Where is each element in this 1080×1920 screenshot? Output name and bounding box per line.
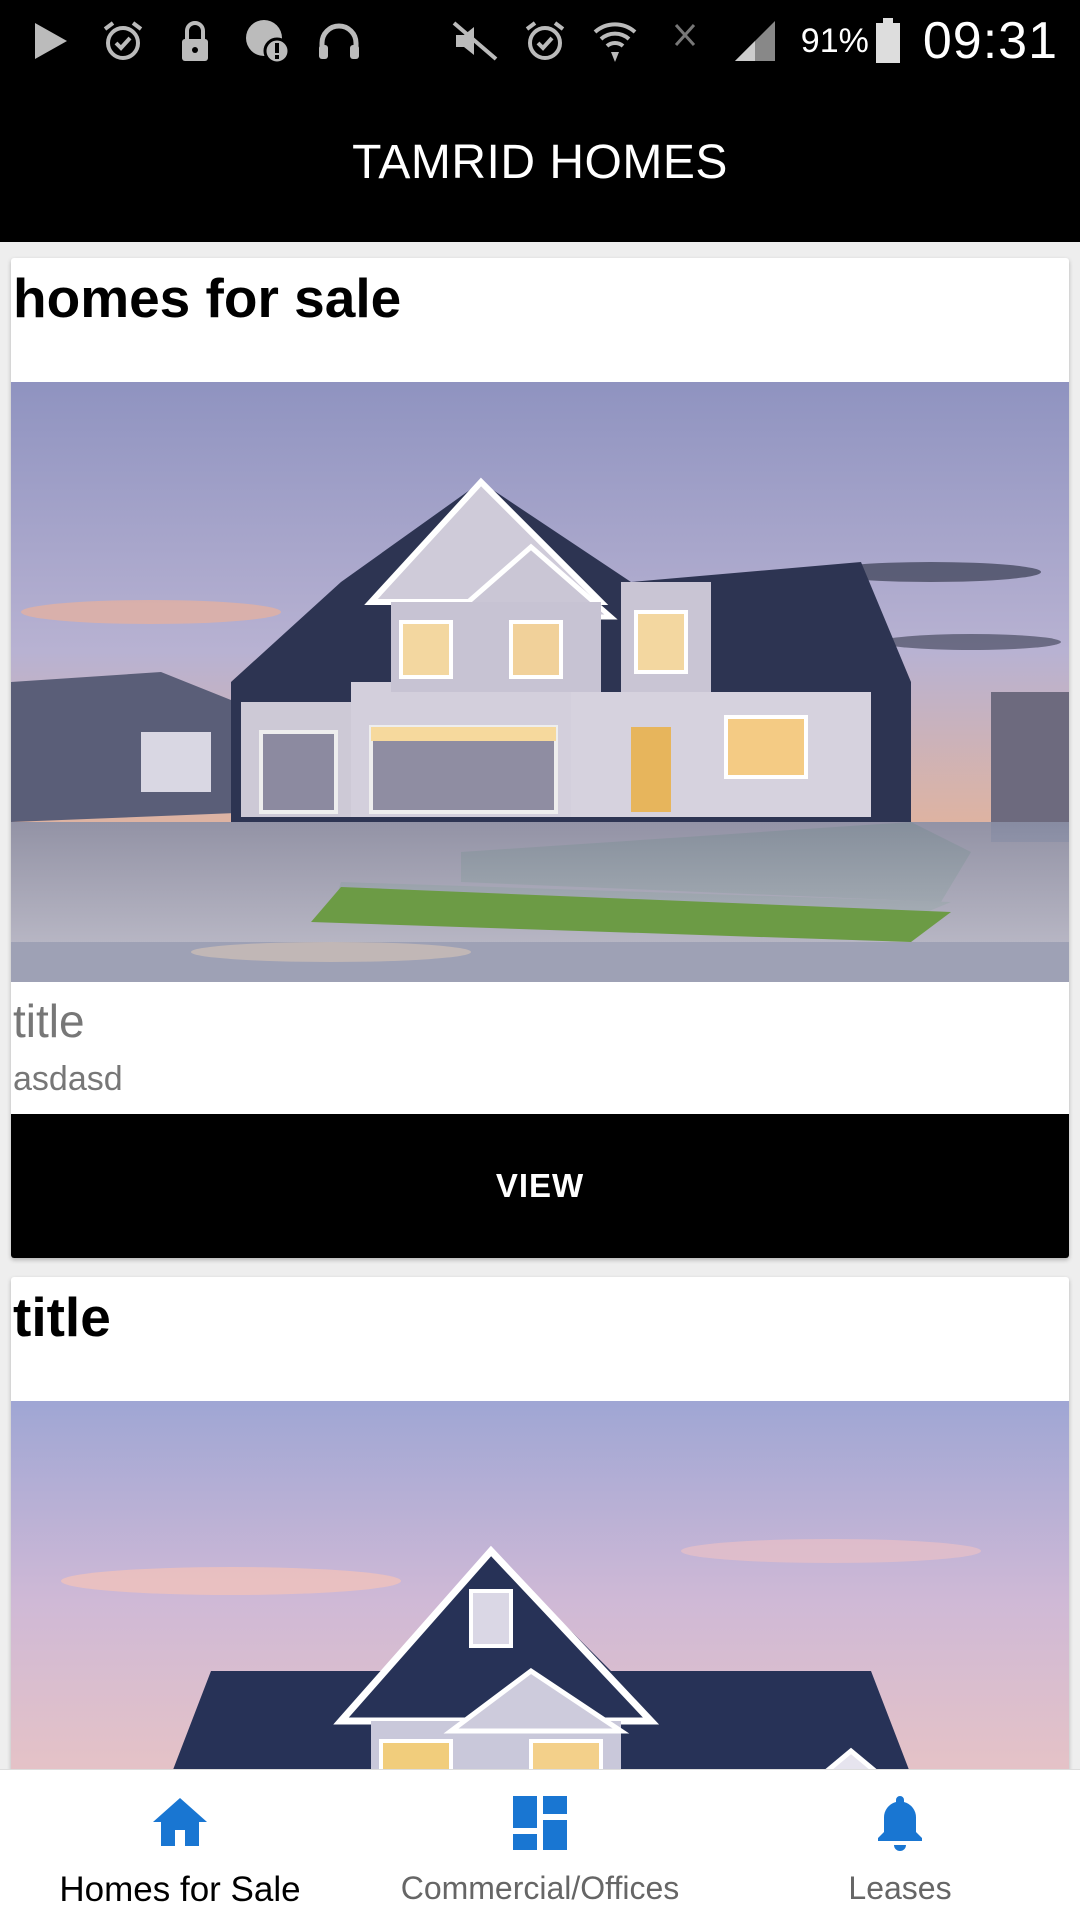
house-image: [11, 1401, 1069, 1769]
app-bar: TAMRID HOMES: [0, 82, 1080, 242]
nav-item-commercial-offices[interactable]: Commercial/Offices: [360, 1770, 720, 1920]
card-heading: homes for sale: [13, 267, 402, 329]
bottom-navigation: Homes for Sale Commercial/Offices Leases: [0, 1769, 1080, 1920]
wifi-icon: [589, 18, 641, 64]
status-icons-right: 91% 09:31: [431, 11, 1058, 71]
listing-card: homes for sale title asdasd VIEW: [11, 258, 1069, 1258]
signal-icon: [729, 18, 781, 64]
play-icon: [26, 18, 76, 64]
nav-label: Homes for Sale: [59, 1870, 301, 1909]
battery-icon: [875, 18, 901, 64]
listing-card: title: [11, 1277, 1069, 1769]
status-icons-left: [26, 18, 386, 64]
house-image: [11, 382, 1069, 982]
home-icon: [153, 1798, 207, 1846]
clock: 09:31: [922, 12, 1058, 70]
card-heading: title: [13, 1286, 111, 1348]
status-bar: 91% 09:31: [0, 0, 1080, 82]
battery-percent: 91%: [800, 21, 869, 60]
alert-icon: [242, 18, 292, 64]
card-title: title: [13, 995, 85, 1047]
mute-icon: [449, 18, 501, 64]
card-description: asdasd: [13, 1060, 123, 1098]
bell-icon: [878, 1796, 922, 1851]
dashboard-icon: [513, 1796, 567, 1850]
view-button[interactable]: VIEW: [11, 1114, 1069, 1258]
nav-item-homes-for-sale[interactable]: Homes for Sale: [0, 1770, 360, 1920]
listing-scroll-area[interactable]: homes for sale title asdasd VIEW title: [0, 242, 1080, 1769]
nav-label: Commercial/Offices: [400, 1870, 680, 1906]
alarm-icon: [98, 18, 148, 64]
alarm-icon-2: [519, 18, 571, 64]
nav-label: Leases: [848, 1870, 952, 1906]
app-title: TAMRID HOMES: [352, 135, 728, 189]
no-signal-icon: [659, 18, 711, 64]
lock-icon: [170, 18, 220, 64]
headphones-icon: [314, 18, 364, 64]
nav-item-leases[interactable]: Leases: [720, 1770, 1080, 1920]
